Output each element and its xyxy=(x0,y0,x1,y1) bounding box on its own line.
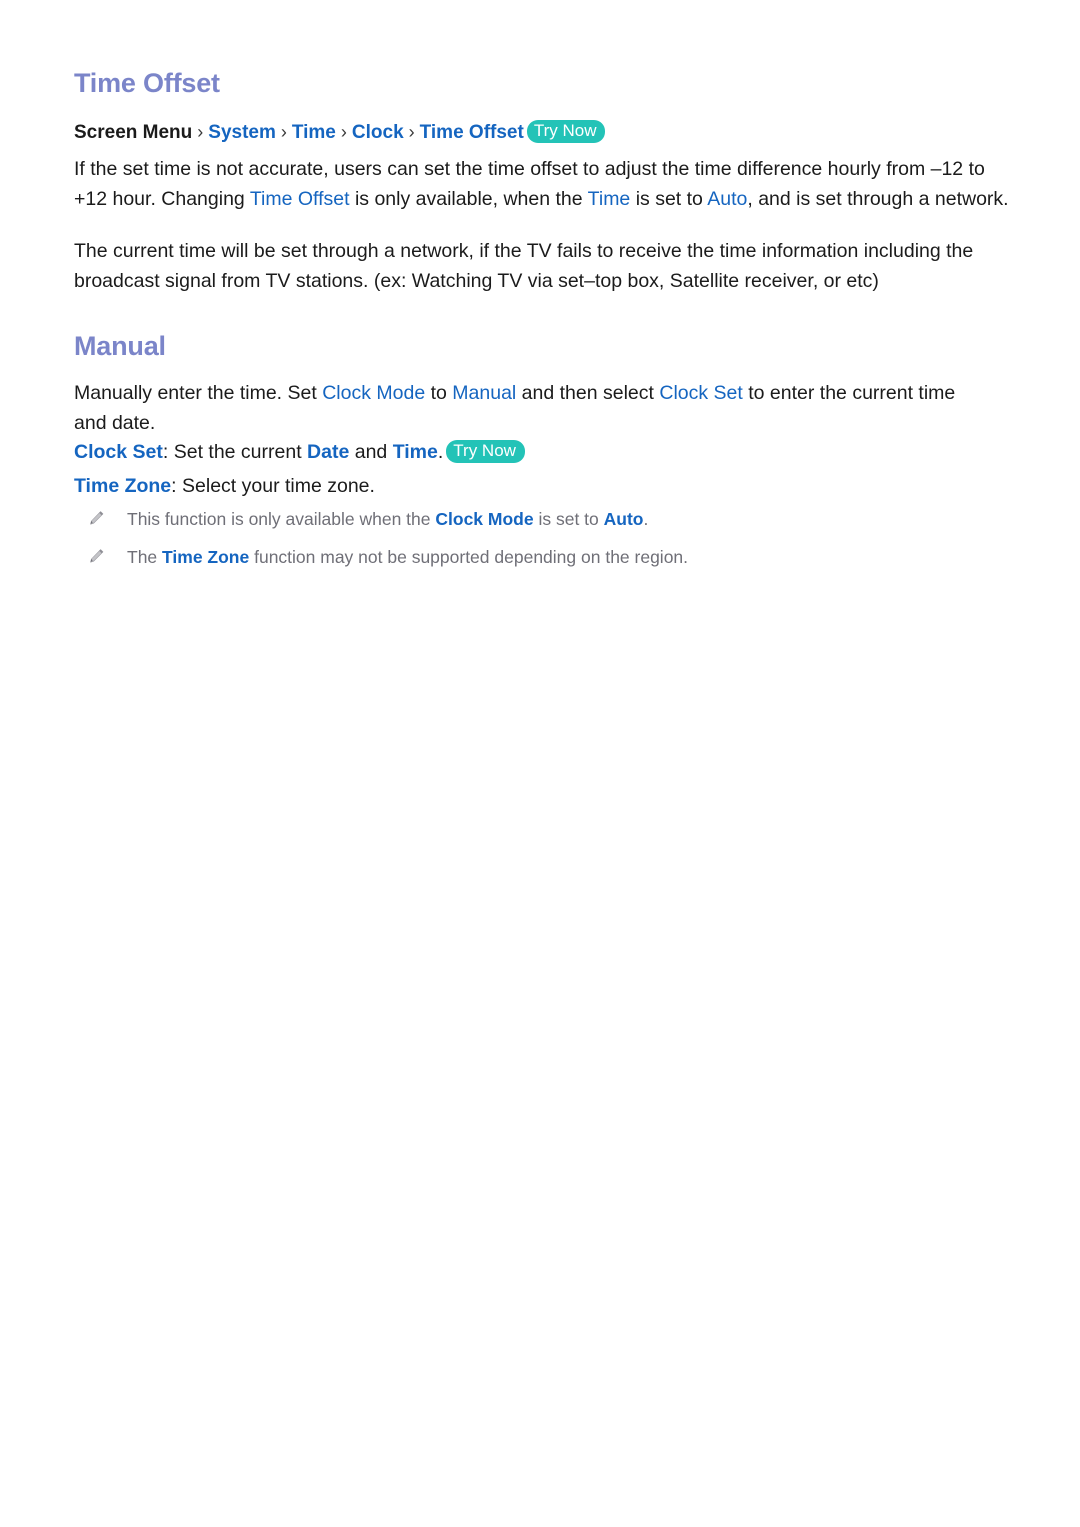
text-fragment: The xyxy=(127,547,163,567)
breadcrumb-separator-icon: › xyxy=(280,122,287,142)
text-fragment: Manually enter the time. Set xyxy=(74,382,323,404)
breadcrumb-separator-icon: › xyxy=(408,122,415,142)
paragraph-time-offset-2: The current time will be set through a n… xyxy=(74,240,974,292)
note-text: This function is only available when the… xyxy=(127,506,974,532)
text-fragment: is set to xyxy=(533,509,604,529)
breadcrumb-separator-icon: › xyxy=(197,122,204,142)
keyword-time: Time xyxy=(392,441,438,463)
text-fragment: , and is set through a network. xyxy=(747,188,1009,210)
breadcrumb-item-time-offset[interactable]: Time Offset xyxy=(420,122,524,143)
text-fragment: is set to xyxy=(630,188,708,210)
pencil-icon xyxy=(86,509,106,529)
breadcrumb-item-clock[interactable]: Clock xyxy=(352,122,404,143)
text-fragment: function may not be supported depending … xyxy=(249,547,689,567)
text-fragment: This function is only available when the xyxy=(127,509,436,529)
keyword-clock-mode: Clock Mode xyxy=(435,509,534,529)
paragraph-time-offset-1: If the set time is not accurate, users c… xyxy=(74,154,1010,214)
try-now-badge[interactable]: Try Now xyxy=(446,440,525,463)
text-fragment: : xyxy=(162,441,174,463)
text-fragment: Select your time zone. xyxy=(182,475,375,497)
note-text: The Time Zone function may not be suppor… xyxy=(127,544,974,570)
note-item: This function is only available when the… xyxy=(74,506,974,532)
section-title-manual: Manual xyxy=(74,331,166,361)
keyword-clock-mode: Clock Mode xyxy=(322,382,426,404)
text-fragment: to xyxy=(425,382,453,404)
breadcrumb-separator-icon: › xyxy=(340,122,347,142)
text-fragment: and xyxy=(349,441,393,463)
document-page: Time Offset Screen Menu › System › Time › Cloc… xyxy=(0,0,1080,1527)
breadcrumb: Screen Menu › System › Time › Clock › Time Offse… xyxy=(74,119,606,146)
keyword-time-zone: Time Zone xyxy=(162,547,250,567)
text-fragment: : xyxy=(171,475,183,497)
definition-time-zone: Time Zone: Select your time zone. xyxy=(74,471,375,501)
section-heading-time-offset: Time Offset xyxy=(74,68,220,99)
text-fragment: Set the current xyxy=(173,441,308,463)
breadcrumb-item-system[interactable]: System xyxy=(208,122,276,143)
text-fragment: . xyxy=(437,441,444,463)
keyword-clock-set: Clock Set xyxy=(659,382,743,404)
keyword-auto: Auto xyxy=(707,188,748,210)
keyword-manual: Manual xyxy=(452,382,517,404)
breadcrumb-root: Screen Menu xyxy=(74,122,193,143)
note-item: The Time Zone function may not be suppor… xyxy=(74,544,974,570)
definition-label-clock-set: Clock Set xyxy=(74,441,163,463)
pencil-icon xyxy=(86,547,106,567)
try-now-badge[interactable]: Try Now xyxy=(526,120,606,143)
text-fragment: is only available, when the xyxy=(349,188,588,210)
keyword-time-offset: Time Offset xyxy=(249,188,350,210)
text-fragment: and then select xyxy=(516,382,660,404)
definition-label-time-zone: Time Zone xyxy=(74,475,172,497)
keyword-auto: Auto xyxy=(603,509,644,529)
keyword-date: Date xyxy=(307,441,350,463)
section-heading-manual: Manual xyxy=(74,331,166,362)
definition-clock-set: Clock Set: Set the current Date and Time… xyxy=(74,437,525,467)
keyword-time: Time xyxy=(587,188,631,210)
paragraph-manual-1: Manually enter the time. Set Clock Mode … xyxy=(74,378,974,438)
text-fragment: . xyxy=(643,509,649,529)
breadcrumb-item-time[interactable]: Time xyxy=(292,122,336,143)
page-title: Time Offset xyxy=(74,68,220,98)
